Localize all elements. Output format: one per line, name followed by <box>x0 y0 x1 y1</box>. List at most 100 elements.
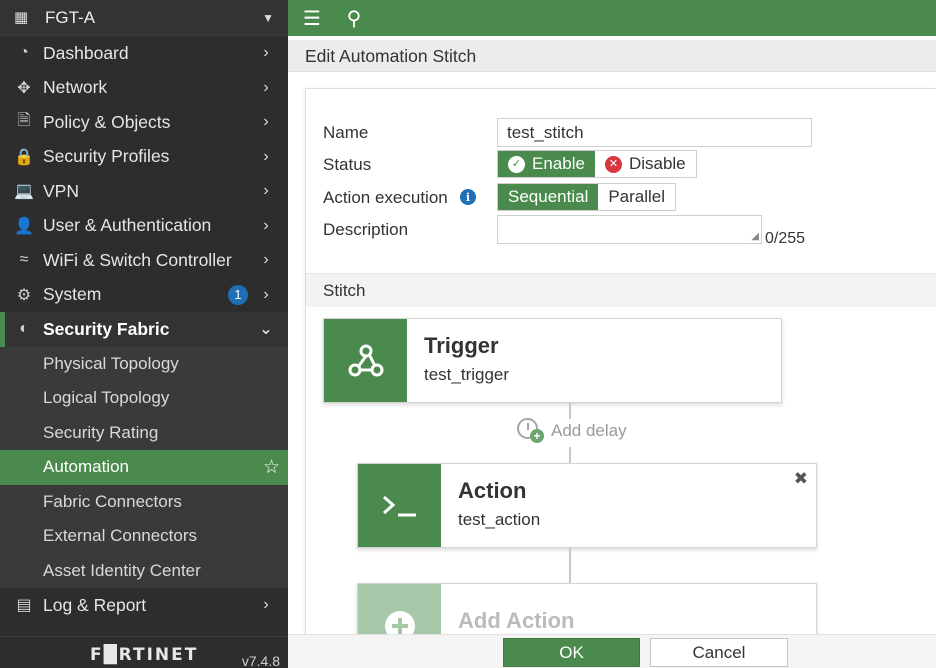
status-disable-option[interactable]: ✕ Disable <box>594 151 696 177</box>
sidebar-item-wifi-switch[interactable]: ≈ WiFi & Switch Controller › <box>0 243 288 278</box>
status-enable-option[interactable]: ✓ Enable <box>498 151 595 177</box>
sidebar-subitem-physical-topology[interactable]: Physical Topology <box>0 346 288 381</box>
sidebar-item-label: WiFi & Switch Controller <box>43 249 232 270</box>
execution-sequential-option[interactable]: Sequential <box>498 184 599 210</box>
action-execution-toggle: Sequential Parallel <box>497 183 677 211</box>
sidebar-item-security-profiles[interactable]: 🔒 Security Profiles › <box>0 140 288 175</box>
sidebar-subitem-label: Security Rating <box>43 422 159 442</box>
sidebar-item-label: Log & Report <box>43 594 147 615</box>
chevron-right-icon: › <box>263 216 269 234</box>
search-icon[interactable]: ⚲ <box>344 6 364 31</box>
action-card[interactable]: Action test_action ✖ <box>357 463 817 548</box>
chevron-down-icon: ⌄ <box>259 321 273 339</box>
stitch-editor-panel: Name test_stitch Status ✓ Enable ✕ Disab… <box>305 88 936 668</box>
status-enable-label: Enable <box>532 154 585 173</box>
sidebar-subitem-label: Fabric Connectors <box>43 491 182 511</box>
chart-icon: ▤ <box>16 597 32 615</box>
dialog-footer: OK Cancel <box>288 634 936 668</box>
chevron-right-icon: › <box>263 78 269 96</box>
sidebar-item-label: System <box>43 284 102 305</box>
sidebar-item-network[interactable]: ✥ Network › <box>0 71 288 106</box>
sidebar-subitem-fabric-connectors[interactable]: Fabric Connectors <box>0 484 288 519</box>
version-label: v7.4.8 <box>241 653 280 668</box>
trigger-name: test_trigger <box>424 365 510 384</box>
network-icon: ✥ <box>17 79 31 97</box>
sidebar: ▦ FGT-A ▼ ◔ Dashboard › ✥ Network › 🗎 Po… <box>0 0 288 668</box>
star-icon[interactable]: ☆ <box>263 456 280 479</box>
chevron-right-icon: › <box>263 182 269 200</box>
close-icon[interactable]: ✖ <box>794 469 808 489</box>
trigger-card[interactable]: Trigger test_trigger <box>323 318 782 403</box>
clock-add-icon: + <box>517 418 545 444</box>
ok-button[interactable]: OK <box>503 638 640 667</box>
sidebar-item-security-fabric[interactable]: ◐ Security Fabric ⌄ <box>0 312 288 347</box>
gear-icon: ⚙ <box>16 286 32 304</box>
description-textarea[interactable]: ◢ <box>497 215 762 244</box>
wifi-icon: ≈ <box>19 251 29 269</box>
hamburger-menu-icon[interactable]: ☰ <box>302 6 322 31</box>
chevron-right-icon: › <box>263 251 269 269</box>
chevron-right-icon: › <box>263 113 269 131</box>
chevron-right-icon: › <box>263 285 269 303</box>
chevron-right-icon: › <box>263 147 269 165</box>
caret-down-icon: ▼ <box>262 10 274 25</box>
sidebar-subitem-label: External Connectors <box>43 526 198 546</box>
notification-badge: 1 <box>228 284 248 305</box>
brand-logo: F█RTINET <box>90 645 199 665</box>
sidebar-item-dashboard[interactable]: ◔ Dashboard › <box>0 36 288 71</box>
resize-grip-icon[interactable]: ◢ <box>751 231 759 242</box>
laptop-icon: 💻 <box>14 183 34 201</box>
device-name: FGT-A <box>45 7 96 27</box>
name-input[interactable]: test_stitch <box>497 118 812 147</box>
x-circle-icon: ✕ <box>604 155 622 173</box>
connector-line <box>569 548 571 583</box>
name-label: Name <box>323 123 369 142</box>
sidebar-subitem-label: Physical Topology <box>43 353 179 373</box>
sidebar-subitem-label: Asset Identity Center <box>43 560 201 580</box>
webhook-icon <box>324 319 407 402</box>
info-icon[interactable]: i <box>460 189 476 205</box>
sidebar-item-label: Security Profiles <box>43 146 170 167</box>
sidebar-item-label: User & Authentication <box>43 215 212 236</box>
chevron-right-icon: › <box>263 44 269 62</box>
terminal-icon <box>358 464 441 547</box>
sidebar-item-policy-objects[interactable]: 🗎 Policy & Objects › <box>0 105 288 140</box>
sidebar-item-label: Policy & Objects <box>43 111 171 132</box>
sidebar-subitem-label: Logical Topology <box>43 388 170 408</box>
status-toggle: ✓ Enable ✕ Disable <box>497 150 697 178</box>
sidebar-item-log-report[interactable]: ▤ Log & Report › <box>0 588 288 623</box>
action-execution-label: Action execution <box>323 188 448 207</box>
chevron-right-icon: › <box>263 596 269 614</box>
connector-line <box>569 403 571 419</box>
sidebar-item-label: Dashboard <box>43 42 129 63</box>
action-name: test_action <box>458 510 541 529</box>
sidebar-subitem-security-rating[interactable]: Security Rating <box>0 415 288 450</box>
sidebar-subitem-external-connectors[interactable]: External Connectors <box>0 519 288 554</box>
execution-parallel-option[interactable]: Parallel <box>598 184 676 210</box>
description-label: Description <box>323 220 409 239</box>
action-title: Action <box>458 478 527 503</box>
fabric-icon: ◐ <box>19 320 29 338</box>
sidebar-item-vpn[interactable]: 💻 VPN › <box>0 174 288 209</box>
trigger-title: Trigger <box>424 333 499 358</box>
lock-icon: 🔒 <box>14 148 34 166</box>
add-delay-button[interactable]: + Add delay <box>517 418 627 444</box>
status-label: Status <box>323 155 372 174</box>
device-icon: ▦ <box>14 8 29 26</box>
sidebar-footer: F█RTINET v7.4.8 <box>0 636 288 668</box>
status-disable-label: Disable <box>628 154 686 173</box>
sidebar-item-user-authentication[interactable]: 👤 User & Authentication › <box>0 209 288 244</box>
sidebar-subitem-label: Automation <box>43 457 129 477</box>
sidebar-subitem-automation[interactable]: Automation ☆ <box>0 450 288 485</box>
device-selector[interactable]: ▦ FGT-A ▼ <box>0 0 288 36</box>
sidebar-item-system[interactable]: ⚙ System 1 › <box>0 278 288 313</box>
top-bar: ☰ ⚲ <box>288 0 936 36</box>
sidebar-item-label: Network <box>43 77 108 98</box>
stitch-section-header: Stitch <box>306 273 936 307</box>
policy-icon: 🗎 <box>17 111 31 129</box>
description-char-count: 0/255 <box>765 230 806 247</box>
cancel-button[interactable]: Cancel <box>650 638 788 667</box>
sidebar-subitem-logical-topology[interactable]: Logical Topology <box>0 381 288 416</box>
sidebar-subitem-asset-identity-center[interactable]: Asset Identity Center <box>0 553 288 588</box>
add-action-label: Add Action <box>458 608 575 633</box>
